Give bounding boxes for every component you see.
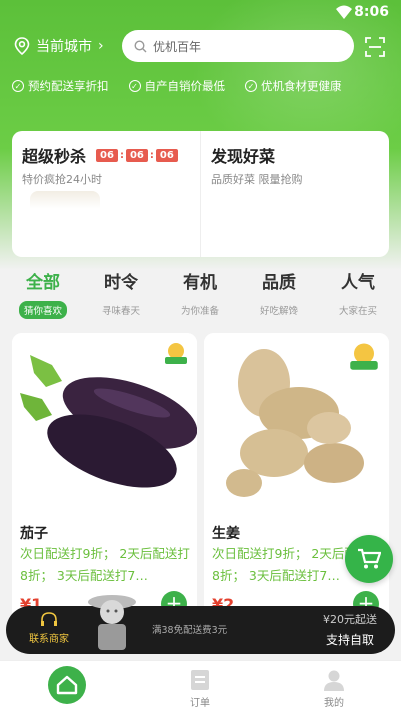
wifi-icon <box>336 5 352 19</box>
mascot-logo-icon <box>165 343 187 364</box>
flash-sale-section[interactable]: 超级秒杀 06 : 06 : 06 特价疯抢24小时 <box>12 131 200 257</box>
chevron-right-icon: › <box>98 38 104 54</box>
shopping-cart-icon <box>358 548 381 569</box>
flash-sale-title: 超级秒杀 <box>22 147 87 166</box>
countdown-minutes: 06 <box>125 148 148 162</box>
discover-section[interactable]: 发现好菜 品质好菜 限量抢购 <box>200 131 389 257</box>
cart-bar: 联系商家 满38免配送费3元 ¥20元起送 支持自取 <box>6 595 395 654</box>
scan-icon[interactable] <box>365 37 385 57</box>
tab-label: 订单 <box>190 698 210 709</box>
check-circle-icon: ✓ <box>12 80 24 92</box>
mascot-logo-icon <box>350 343 378 370</box>
flash-sale-subtitle: 特价疯抢24小时 <box>22 173 102 186</box>
delivery-hint: 满38免配送费3元 <box>152 625 228 636</box>
tab-label: 我的 <box>324 698 344 709</box>
tab-quality[interactable]: 品质 好吃解馋 <box>242 268 316 317</box>
farmer-mascot-icon <box>88 595 136 650</box>
tab-label: 有机 <box>183 273 217 293</box>
search-input[interactable]: 优机百年 <box>122 30 354 62</box>
countdown-timer: 06 : 06 : 06 <box>96 148 178 162</box>
search-icon <box>134 39 147 52</box>
order-list-icon <box>191 670 209 690</box>
feature-strip: ✓ 预约配送享折扣 ✓ 自产自销价最低 ✓ 优机食材更健康 <box>0 76 401 96</box>
search-placeholder: 优机百年 <box>153 39 202 54</box>
top-bar: 当前城市 › 优机百年 <box>0 30 401 64</box>
user-icon <box>324 670 344 691</box>
tab-sublabel: 为你准备 <box>180 306 219 317</box>
tab-seasonal[interactable]: 时令 寻味春天 <box>84 268 158 317</box>
tab-label: 品质 <box>262 273 296 293</box>
feature-item: ✓ 自产自销价最低 <box>128 76 226 96</box>
feature-label: 预约配送享折扣 <box>28 79 109 93</box>
tab-label: 时令 <box>104 273 138 293</box>
city-label: 当前城市 <box>36 39 92 55</box>
product-card[interactable]: 生姜 次日配送打9折； 2天后配送打8折； 3天后配送打7… ¥2 + <box>204 333 389 633</box>
feature-item: ✓ 预约配送享折扣 <box>12 76 109 96</box>
min-order-label: ¥20元起送 <box>323 613 377 626</box>
discover-title: 发现好菜 <box>211 147 276 166</box>
product-name: 生姜 <box>212 526 240 542</box>
tab-sublabel: 大家在买 <box>338 306 377 317</box>
tab-profile[interactable]: 我的 <box>299 669 369 709</box>
tab-all[interactable]: 全部 猜你喜欢 <box>6 268 80 319</box>
product-thumbnail <box>30 191 100 209</box>
check-circle-icon: ✓ <box>245 80 257 92</box>
tab-organic[interactable]: 有机 为你准备 <box>163 268 237 317</box>
city-selector[interactable]: 当前城市 › <box>14 36 104 56</box>
tab-label: 人气 <box>341 273 375 293</box>
home-icon <box>48 666 86 704</box>
headset-icon <box>41 612 57 626</box>
status-time: 8:06 <box>354 4 389 20</box>
category-tabs: 全部 猜你喜欢 时令 寻味春天 有机 为你准备 品质 好吃解馋 人气 大家在买 <box>0 268 401 328</box>
tab-home[interactable] <box>32 665 102 708</box>
promo-card: 超级秒杀 06 : 06 : 06 特价疯抢24小时 发现好菜 品质好菜 限量抢… <box>12 131 389 257</box>
feature-label: 优机食材更健康 <box>261 79 342 93</box>
discover-subtitle: 品质好菜 限量抢购 <box>211 173 303 186</box>
check-circle-icon: ✓ <box>128 80 141 92</box>
product-name: 茄子 <box>20 526 48 542</box>
tab-orders[interactable]: 订单 <box>165 669 235 709</box>
bottom-tab-bar: 订单 我的 <box>0 660 401 710</box>
contact-seller-button[interactable]: 联系商家 <box>24 612 74 645</box>
product-promo: 次日配送打9折； 2天后配送打8折； 3天后配送打7… <box>20 546 190 583</box>
tab-sublabel: 好吃解馋 <box>259 306 298 317</box>
tab-popular[interactable]: 人气 大家在买 <box>321 268 395 317</box>
cart-fab-button[interactable] <box>345 535 393 583</box>
contact-label: 联系商家 <box>29 634 69 645</box>
pickup-label: 支持自取 <box>325 633 374 647</box>
feature-label: 自产自销价最低 <box>144 79 226 93</box>
tab-label: 全部 <box>26 273 60 293</box>
countdown-seconds: 06 <box>155 148 178 162</box>
tab-sublabel: 猜你喜欢 <box>18 301 67 319</box>
feature-item: ✓ 优机食材更健康 <box>245 76 342 96</box>
tab-sublabel: 寻味春天 <box>101 306 140 317</box>
product-card[interactable]: 茄子 次日配送打9折； 2天后配送打8折； 3天后配送打7… ¥1 + <box>12 333 197 633</box>
location-pin-icon <box>14 37 30 55</box>
status-bar: 8:06 <box>0 0 401 26</box>
countdown-hours: 06 <box>96 148 118 162</box>
min-order-info: ¥20元起送 支持自取 <box>323 611 377 648</box>
